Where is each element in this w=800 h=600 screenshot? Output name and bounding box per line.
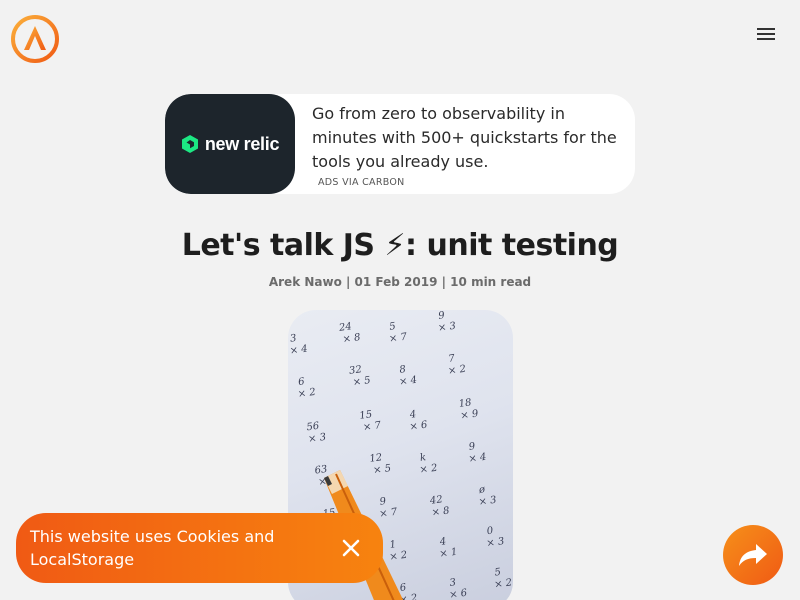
svg-text:3: 3 — [289, 333, 297, 345]
svg-text:15: 15 — [359, 409, 373, 422]
svg-text:× 2: × 2 — [419, 463, 438, 476]
svg-text:× 8: × 8 — [342, 332, 361, 345]
share-arrow-icon — [739, 544, 767, 566]
svg-text:24: 24 — [337, 321, 352, 334]
svg-text:8: 8 — [399, 364, 407, 376]
svg-text:× 8: × 8 — [431, 505, 450, 518]
svg-text:× 4: × 4 — [289, 344, 308, 357]
cookie-message: This website uses Cookies and LocalStora… — [30, 527, 275, 569]
svg-text:56: 56 — [306, 421, 321, 434]
share-button[interactable] — [723, 525, 783, 585]
svg-text:5: 5 — [494, 567, 502, 579]
svg-text:× 3: × 3 — [437, 321, 456, 334]
page-title: Let's talk JS ⚡: unit testing — [181, 228, 619, 263]
svg-text:× 6: × 6 — [449, 588, 469, 600]
svg-text:18: 18 — [458, 397, 472, 410]
svg-text:9: 9 — [438, 310, 446, 322]
svg-text:× 4: × 4 — [398, 375, 417, 388]
svg-text:× 3: × 3 — [308, 432, 327, 445]
svg-text:× 9: × 9 — [460, 408, 480, 421]
svg-text:1: 1 — [389, 539, 397, 551]
svg-text:× 1: × 1 — [439, 547, 458, 560]
svg-text:× 3: × 3 — [478, 495, 497, 508]
svg-text:× 2: × 2 — [389, 550, 408, 563]
svg-text:× 7: × 7 — [379, 507, 399, 520]
svg-text:× 2: × 2 — [447, 364, 466, 377]
svg-text:× 5: × 5 — [352, 375, 371, 388]
svg-text:× 5: × 5 — [373, 463, 392, 476]
ad-via-link[interactable]: ADS VIA CARBON — [318, 177, 405, 188]
svg-text:63: 63 — [314, 464, 328, 477]
ad-copy[interactable]: Go from zero to observability in minutes… — [312, 102, 622, 174]
ad-brand-logo[interactable]: new relic — [165, 94, 295, 194]
svg-text:32: 32 — [348, 364, 362, 377]
hamburger-menu-icon — [757, 28, 775, 40]
svg-text:5: 5 — [389, 321, 397, 333]
svg-text:ø: ø — [477, 484, 486, 496]
cookie-close-button[interactable] — [338, 535, 364, 561]
svg-text:× 7: × 7 — [362, 420, 382, 433]
menu-button[interactable] — [752, 22, 780, 46]
svg-text:0: 0 — [486, 525, 494, 537]
site-logo[interactable] — [10, 14, 60, 64]
svg-text:7: 7 — [448, 353, 456, 365]
close-icon — [342, 539, 360, 557]
svg-text:9: 9 — [468, 441, 476, 453]
svg-text:4: 4 — [438, 536, 447, 548]
svg-text:× 6: × 6 — [409, 420, 429, 433]
svg-text:× 7: × 7 — [388, 332, 408, 345]
svg-text:× 3: × 3 — [486, 536, 505, 549]
ad-brand-name: new relic — [204, 133, 280, 154]
svg-text:6: 6 — [297, 376, 305, 388]
svg-text:6: 6 — [399, 582, 407, 594]
svg-text:42: 42 — [428, 494, 443, 507]
new-relic-logo-icon — [181, 135, 198, 153]
svg-text:9: 9 — [379, 496, 387, 508]
svg-text:× 2: × 2 — [494, 577, 513, 590]
cookie-banner: This website uses Cookies and LocalStora… — [16, 513, 383, 583]
svg-text:k: k — [419, 452, 427, 464]
svg-text:× 4: × 4 — [468, 452, 487, 465]
svg-text:4: 4 — [408, 409, 417, 421]
svg-text:12: 12 — [369, 452, 383, 465]
svg-text:3: 3 — [449, 577, 457, 589]
svg-text:× 2: × 2 — [297, 387, 316, 400]
carbon-ad[interactable]: new relic Go from zero to observability … — [165, 94, 635, 194]
site-logo-icon — [11, 15, 59, 63]
article-meta: Arek Nawo | 01 Feb 2019 | 10 min read — [268, 275, 532, 289]
